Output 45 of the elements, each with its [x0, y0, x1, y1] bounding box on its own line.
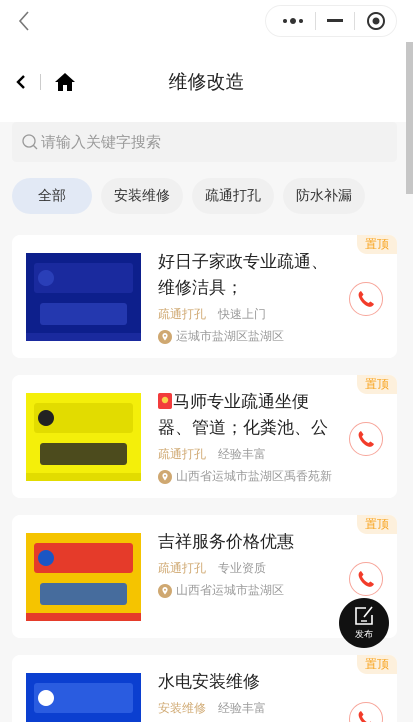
- address-text: 山西省运城市盐湖区: [176, 582, 284, 599]
- search-icon: [22, 134, 38, 150]
- close-icon[interactable]: [366, 11, 386, 31]
- listing-title: 好日子家政专业疏通、维修洁具；: [158, 251, 329, 300]
- pinned-badge: 置顶: [357, 235, 397, 254]
- feature-label: 专业资质: [218, 560, 266, 577]
- category-tab[interactable]: 全部: [12, 178, 92, 214]
- address-text: 山西省运城市盐湖区禹香苑新: [176, 468, 332, 485]
- search-field[interactable]: 请输入关键字搜索: [12, 122, 397, 162]
- listing-card[interactable]: 水电安装维修 安装维修 经验丰富 置顶: [12, 655, 397, 722]
- category-label: 疏通打孔: [158, 446, 206, 463]
- location-icon: [158, 470, 172, 484]
- pinned-badge: 置顶: [357, 655, 397, 674]
- phone-icon: [357, 290, 375, 308]
- phone-button[interactable]: [349, 422, 383, 456]
- location-icon: [158, 330, 172, 344]
- category-label: 疏通打孔: [158, 306, 206, 323]
- back-icon[interactable]: [16, 74, 26, 90]
- scrollbar[interactable]: [406, 42, 413, 194]
- phone-icon: [357, 430, 375, 448]
- edit-icon: [354, 606, 374, 626]
- listing-card[interactable]: 好日子家政专业疏通、维修洁具； 疏通打孔 快速上门 运城市盐湖区盐湖区 置顶: [12, 235, 397, 358]
- more-icon[interactable]: [282, 17, 304, 25]
- pinned-badge: 置顶: [357, 375, 397, 394]
- pinned-badge: 置顶: [357, 515, 397, 534]
- listing-title: 吉祥服务价格优惠: [158, 531, 295, 554]
- phone-button[interactable]: [349, 562, 383, 596]
- page-title: 维修改造: [168, 70, 244, 95]
- address-text: 运城市盐湖区盐湖区: [176, 328, 284, 345]
- listing-title: 水电安装维修: [158, 671, 261, 694]
- home-icon[interactable]: [55, 73, 75, 91]
- phone-button[interactable]: [349, 282, 383, 316]
- location-icon: [158, 584, 172, 598]
- minimize-icon[interactable]: [327, 19, 343, 23]
- category-tab[interactable]: 疏通打孔: [192, 178, 274, 214]
- feature-label: 快速上门: [218, 306, 266, 323]
- listing-title: 马师专业疏通坐便器、管道；化粪池、公: [158, 391, 329, 440]
- phone-icon: [357, 570, 375, 588]
- feature-label: 经验丰富: [218, 700, 266, 717]
- category-label: 安装维修: [158, 700, 206, 717]
- listing-card[interactable]: 马师专业疏通坐便器、管道；化粪池、公 疏通打孔 经验丰富 山西省运城市盐湖区禹香苑新 置顶: [12, 375, 397, 498]
- category-tab[interactable]: 安装维修: [101, 178, 183, 214]
- feature-label: 经验丰富: [218, 446, 266, 463]
- category-label: 疏通打孔: [158, 560, 206, 577]
- category-tab[interactable]: 防水补漏: [283, 178, 365, 214]
